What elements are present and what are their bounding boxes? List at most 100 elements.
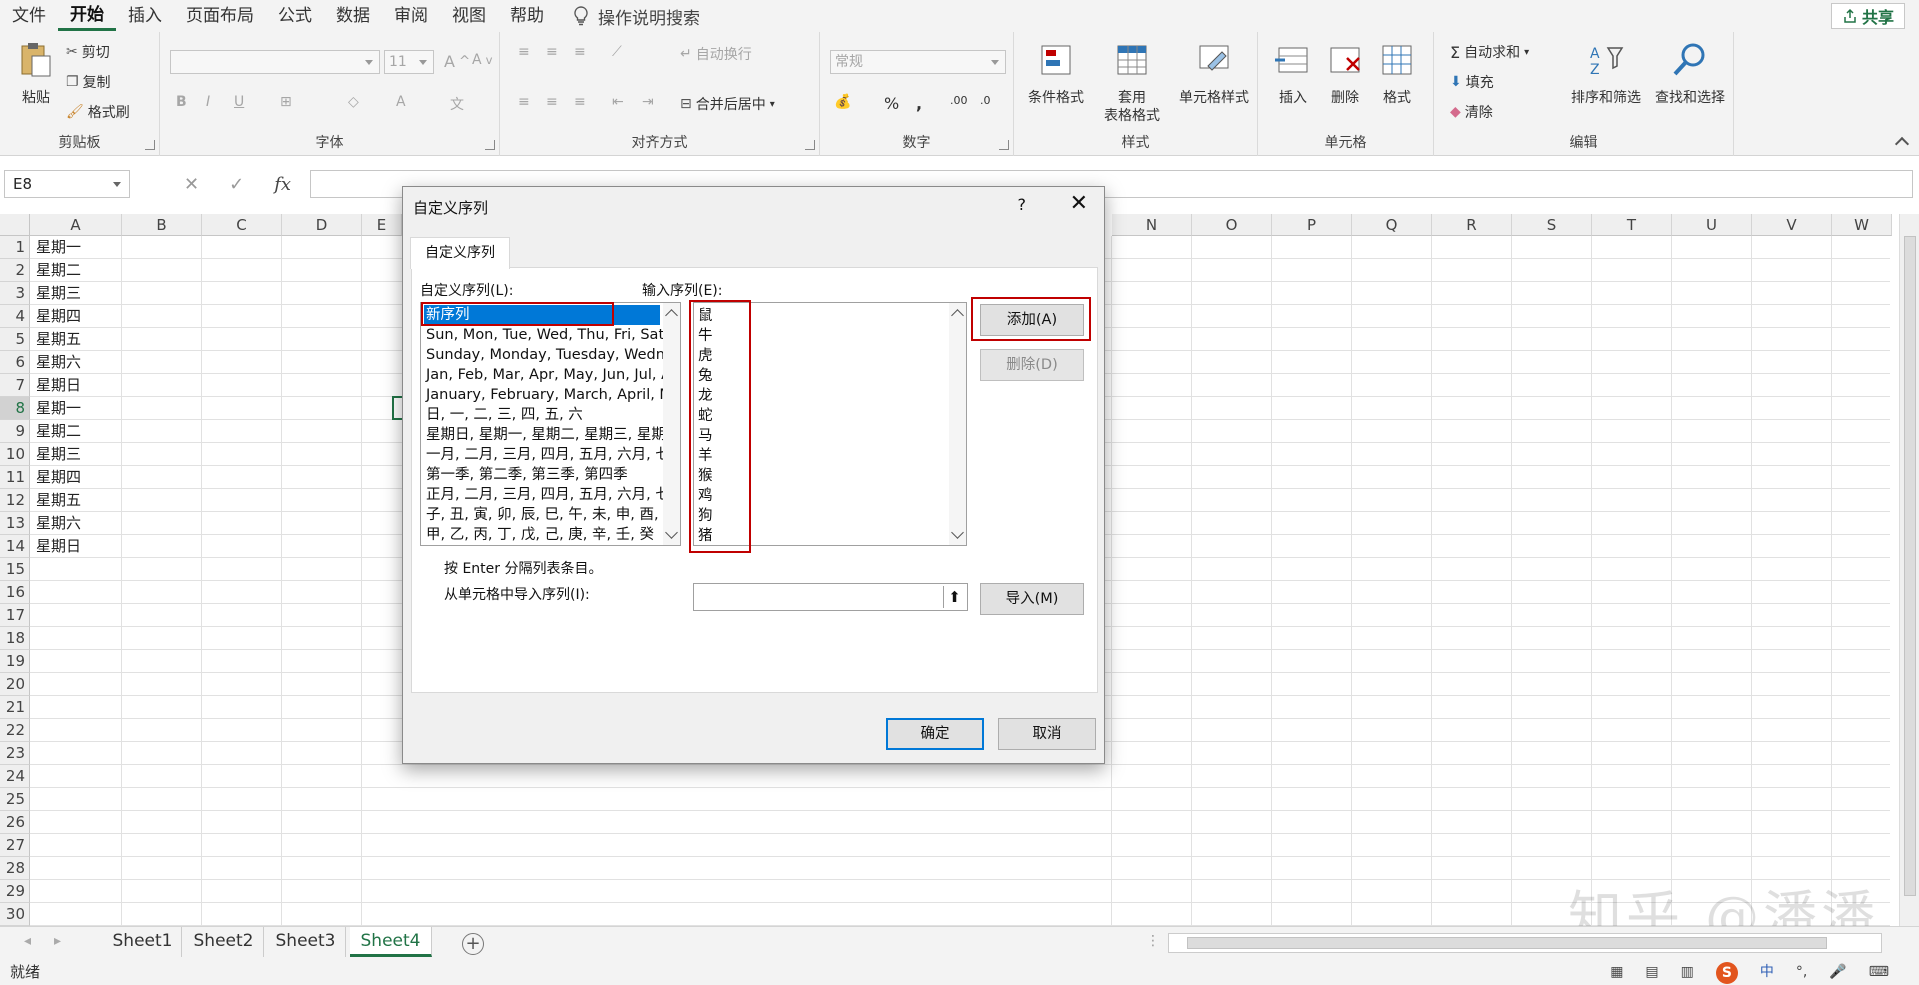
underline-icon[interactable]: U	[234, 94, 244, 110]
row-header-28[interactable]: 28	[0, 857, 30, 880]
autosum-button[interactable]: Σ 自动求和 ▾	[1450, 42, 1529, 62]
tab-splitter-icon[interactable]: ⋮	[1146, 933, 1160, 949]
insert-function-icon[interactable]: fx	[274, 174, 291, 195]
accounting-icon[interactable]: 💰	[834, 94, 851, 110]
horizontal-scroll-thumb[interactable]	[1187, 937, 1827, 949]
row-header-27[interactable]: 27	[0, 834, 30, 857]
row-header-24[interactable]: 24	[0, 765, 30, 788]
vertical-scrollbar[interactable]	[1899, 214, 1919, 926]
row-header-5[interactable]: 5	[0, 328, 30, 351]
cell-a8[interactable]: 星期一	[32, 397, 81, 420]
name-box[interactable]: E8	[4, 170, 130, 198]
custom-list-item[interactable]: 正月, 二月, 三月, 四月, 五月, 六月, 七月	[424, 485, 664, 505]
collapse-dialog-icon[interactable]: ⬆	[943, 586, 965, 608]
custom-list-item[interactable]: Sunday, Monday, Tuesday, Wednesday	[424, 345, 664, 365]
delete-cells-button[interactable]: 删除	[1320, 40, 1370, 107]
row-header-8[interactable]: 8	[0, 397, 30, 420]
cell-a10[interactable]: 星期三	[32, 443, 81, 466]
help-icon[interactable]: ?	[1018, 195, 1027, 214]
align-middle-icon[interactable]: ≡	[546, 44, 558, 60]
page-layout-view-icon[interactable]: ▤	[1645, 960, 1658, 985]
custom-list-item[interactable]: 日, 一, 二, 三, 四, 五, 六	[424, 405, 664, 425]
copy-button[interactable]: ❐ 复制	[66, 72, 111, 92]
row-header-22[interactable]: 22	[0, 719, 30, 742]
row-header-23[interactable]: 23	[0, 742, 30, 765]
cell-a2[interactable]: 星期二	[32, 259, 81, 282]
menu-home[interactable]: 开始	[58, 2, 116, 31]
share-button[interactable]: 共享	[1830, 3, 1905, 29]
row-header-3[interactable]: 3	[0, 282, 30, 305]
row-header-9[interactable]: 9	[0, 420, 30, 443]
add-button[interactable]: 添加(A)	[980, 304, 1084, 336]
collapse-ribbon-icon[interactable]	[1894, 136, 1910, 152]
row-header-4[interactable]: 4	[0, 305, 30, 328]
custom-list-item[interactable]: January, February, March, April, May	[424, 385, 664, 405]
row-header-30[interactable]: 30	[0, 903, 30, 926]
decrease-decimal-icon[interactable]: .0	[980, 94, 991, 107]
sheet-tab-2[interactable]: Sheet2	[184, 927, 264, 957]
vertical-scroll-thumb[interactable]	[1904, 236, 1916, 896]
scroll-down-icon[interactable]	[951, 526, 964, 539]
fill-button[interactable]: ⬇ 填充	[1450, 72, 1494, 92]
italic-icon[interactable]: I	[206, 94, 210, 110]
align-right-icon[interactable]: ≡	[574, 94, 586, 110]
cell-a6[interactable]: 星期六	[32, 351, 81, 374]
bold-icon[interactable]: B	[176, 94, 187, 110]
clipboard-launcher-icon[interactable]	[145, 140, 155, 150]
font-size-combo[interactable]: 11	[384, 50, 434, 74]
import-range-input[interactable]: ⬆	[693, 583, 968, 611]
font-name-combo[interactable]	[170, 50, 380, 74]
row-header-18[interactable]: 18	[0, 627, 30, 650]
row-header-25[interactable]: 25	[0, 788, 30, 811]
format-painter-button[interactable]: 🖌 格式刷	[66, 102, 130, 122]
find-select-button[interactable]: 查找和选择	[1648, 40, 1732, 107]
sort-filter-button[interactable]: AZ 排序和筛选	[1564, 40, 1648, 107]
column-header-p[interactable]: P	[1272, 214, 1352, 236]
align-left-icon[interactable]: ≡	[518, 94, 530, 110]
column-header-v[interactable]: V	[1752, 214, 1832, 236]
menu-page-layout[interactable]: 页面布局	[174, 0, 266, 32]
listbox-scrollbar[interactable]	[663, 303, 680, 545]
column-header-b[interactable]: B	[122, 214, 202, 236]
font-launcher-icon[interactable]	[485, 140, 495, 150]
cell-a1[interactable]: 星期一	[32, 236, 81, 259]
row-header-17[interactable]: 17	[0, 604, 30, 627]
column-header-w[interactable]: W	[1832, 214, 1892, 236]
column-header-e[interactable]: E	[362, 214, 402, 236]
custom-list-item[interactable]: Jan, Feb, Mar, Apr, May, Jun, Jul, Aug	[424, 365, 664, 385]
format-as-table-button[interactable]: 套用 表格格式	[1094, 40, 1170, 125]
custom-list-item[interactable]: 星期日, 星期一, 星期二, 星期三, 星期四	[424, 425, 664, 445]
menu-review[interactable]: 审阅	[382, 0, 440, 32]
scroll-up-icon[interactable]	[665, 309, 678, 322]
paste-button[interactable]: 粘贴	[12, 40, 60, 107]
insert-cells-button[interactable]: 插入	[1268, 40, 1318, 107]
column-header-a[interactable]: A	[30, 214, 122, 236]
cut-button[interactable]: ✂ 剪切	[66, 42, 110, 62]
page-break-view-icon[interactable]: ▥	[1681, 960, 1694, 985]
percent-icon[interactable]: %	[884, 94, 899, 113]
column-header-o[interactable]: O	[1192, 214, 1272, 236]
custom-list-item[interactable]: 子, 丑, 寅, 卯, 辰, 巳, 午, 未, 申, 酉, 戌	[424, 505, 664, 525]
row-header-7[interactable]: 7	[0, 374, 30, 397]
row-header-12[interactable]: 12	[0, 489, 30, 512]
menu-formulas[interactable]: 公式	[266, 0, 324, 32]
scroll-up-icon[interactable]	[951, 309, 964, 322]
sheet-tab-3[interactable]: Sheet3	[266, 927, 346, 957]
add-sheet-button[interactable]: +	[462, 933, 484, 955]
cell-a14[interactable]: 星期日	[32, 535, 81, 558]
confirm-entry-icon[interactable]: ✓	[229, 174, 244, 195]
custom-lists-listbox[interactable]: 新序列 Sun, Mon, Tue, Wed, Thu, Fri, Sat Sund…	[420, 302, 681, 546]
row-header-14[interactable]: 14	[0, 535, 30, 558]
wrap-text-button[interactable]: ↵ 自动换行	[680, 44, 752, 64]
import-button[interactable]: 导入(M)	[980, 583, 1084, 615]
grow-font-icon[interactable]: A ^	[444, 52, 470, 71]
tell-me-search[interactable]: 操作说明搜索	[572, 4, 700, 29]
increase-indent-icon[interactable]: ⇥	[642, 94, 654, 110]
align-center-icon[interactable]: ≡	[546, 94, 558, 110]
cell-a9[interactable]: 星期二	[32, 420, 81, 443]
borders-icon[interactable]: ⊞	[280, 94, 292, 110]
cell-a4[interactable]: 星期四	[32, 305, 81, 328]
row-header-15[interactable]: 15	[0, 558, 30, 581]
cell-a11[interactable]: 星期四	[32, 466, 81, 489]
menu-data[interactable]: 数据	[324, 0, 382, 32]
